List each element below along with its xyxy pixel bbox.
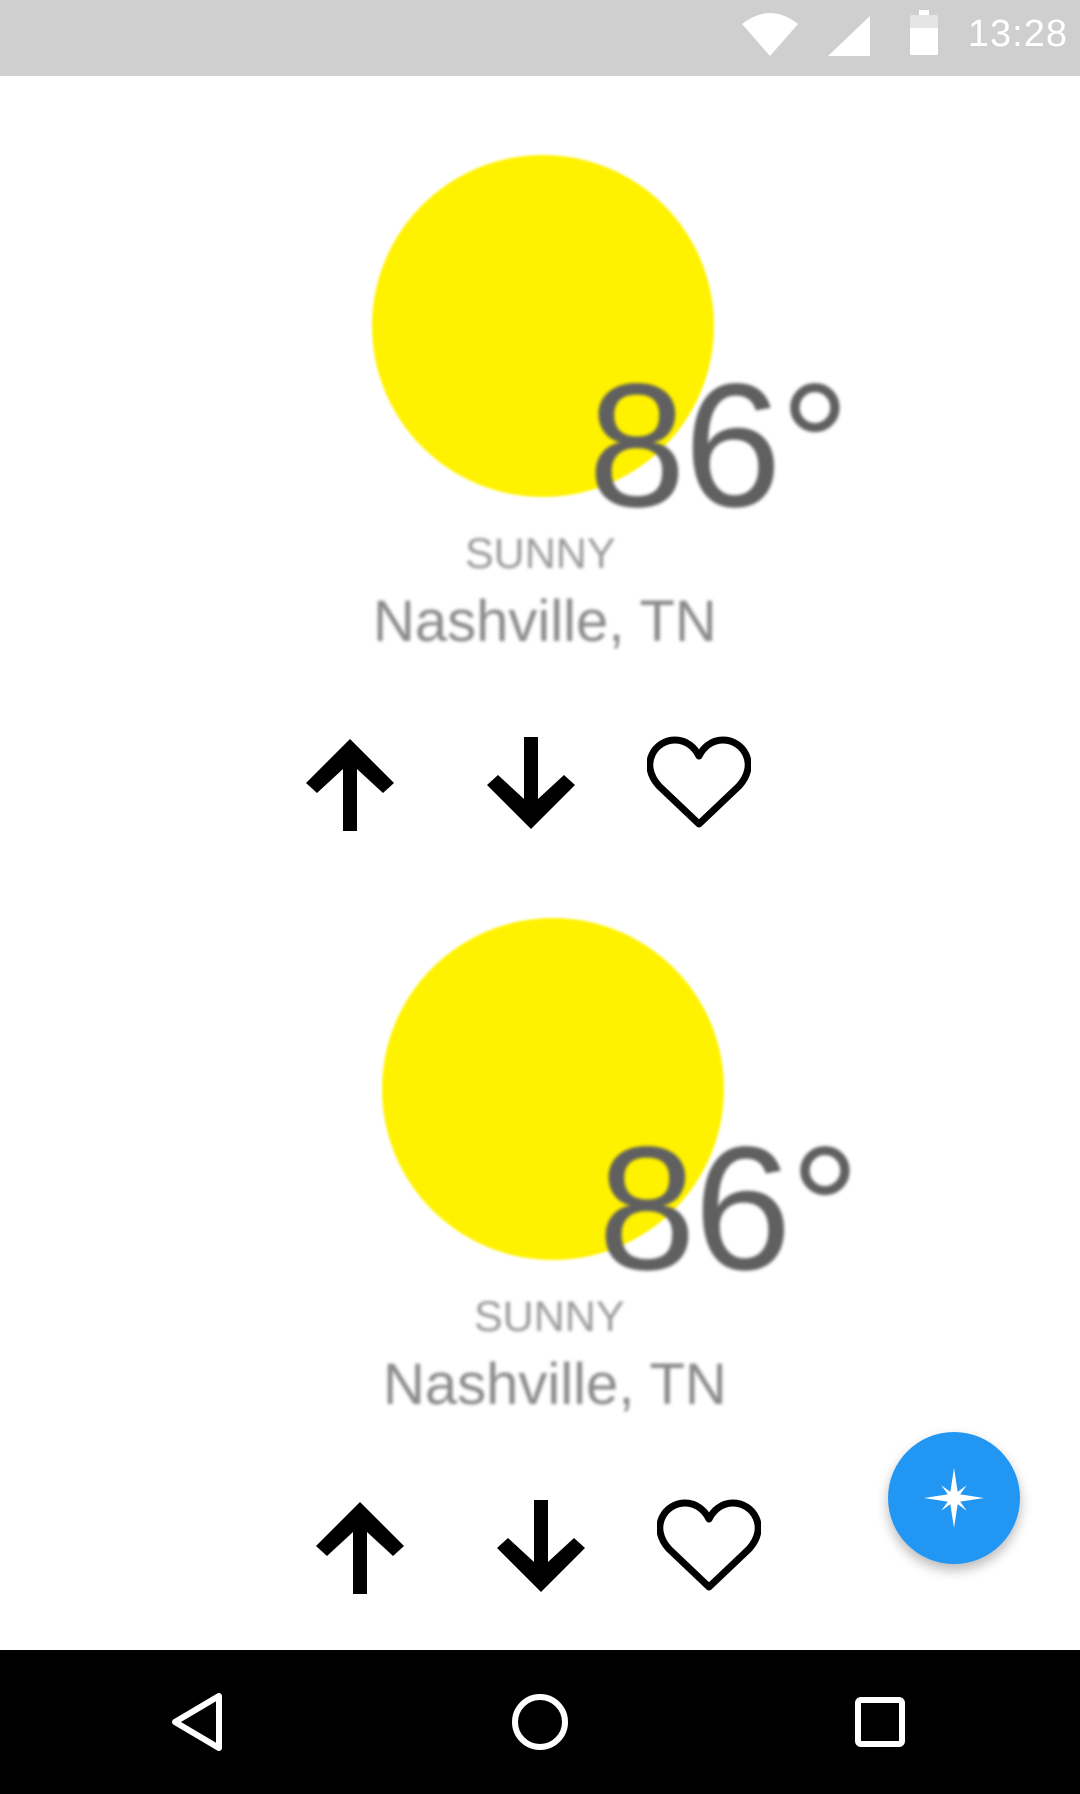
arrow-down-icon	[487, 737, 575, 829]
arrow-up-icon	[306, 739, 394, 831]
downvote-button[interactable]	[486, 1491, 596, 1601]
status-bar: 13:28	[0, 0, 1080, 76]
back-button[interactable]	[147, 1672, 247, 1772]
recents-square-icon	[855, 1697, 905, 1747]
back-triangle-icon	[172, 1693, 222, 1751]
upvote-button[interactable]	[305, 1491, 415, 1601]
downvote-button[interactable]	[476, 728, 586, 838]
cell-signal-icon	[826, 14, 872, 62]
heart-outline-icon	[657, 1499, 761, 1591]
condition-label: SUNNY	[474, 1293, 625, 1341]
temperature: 86°	[588, 348, 850, 544]
favorite-button[interactable]	[654, 1491, 764, 1601]
fab-button[interactable]	[888, 1432, 1020, 1564]
favorite-button[interactable]	[644, 728, 754, 838]
app-screen: 13:28 86° SUNNY Nashville, TN 86° SUNNY …	[0, 0, 1080, 1794]
home-button[interactable]	[490, 1672, 590, 1772]
sparkle-icon	[924, 1468, 984, 1528]
location-label: Nashville, TN	[383, 1352, 727, 1417]
battery-icon	[910, 10, 938, 60]
recents-button[interactable]	[830, 1672, 930, 1772]
status-time: 13:28	[967, 13, 1068, 55]
condition-label: SUNNY	[465, 530, 616, 578]
heart-outline-icon	[647, 736, 751, 828]
arrow-up-icon	[316, 1502, 404, 1594]
weather-card: 86° SUNNY Nashville, TN	[0, 100, 1080, 831]
upvote-button[interactable]	[295, 728, 405, 838]
home-circle-icon	[512, 1694, 568, 1750]
temperature: 86°	[598, 1111, 860, 1307]
navigation-bar	[0, 1650, 1080, 1794]
arrow-down-icon	[497, 1500, 585, 1592]
wifi-icon	[740, 12, 800, 62]
location-label: Nashville, TN	[373, 589, 717, 654]
